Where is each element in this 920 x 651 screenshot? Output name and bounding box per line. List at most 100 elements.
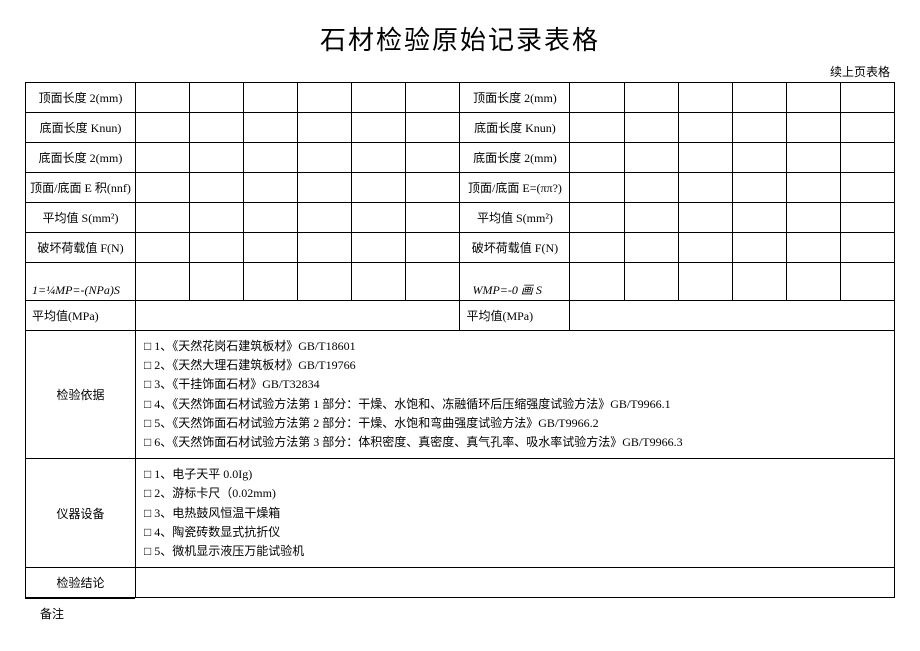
inspection-basis-label: 检验依据 <box>26 331 136 459</box>
data-cell <box>786 203 840 233</box>
formula-right: WMP=-0 画 S <box>460 263 570 301</box>
data-cell <box>298 263 352 301</box>
data-cell <box>732 203 786 233</box>
remarks-row: 备注 <box>25 599 895 629</box>
data-cell <box>244 143 298 173</box>
data-cell <box>244 233 298 263</box>
data-cell <box>190 83 244 113</box>
row-label-left: 顶面长度 2(mm) <box>26 83 136 113</box>
data-cell <box>136 263 190 301</box>
data-cell <box>136 203 190 233</box>
data-cell <box>190 263 244 301</box>
data-cell <box>570 143 624 173</box>
data-cell <box>244 203 298 233</box>
data-cell <box>624 113 678 143</box>
equipment-item: □ 2、游标卡尺（0.02mm) <box>144 484 890 503</box>
data-cell <box>136 113 190 143</box>
data-cell <box>190 143 244 173</box>
data-cell <box>352 173 406 203</box>
remarks-label: 备注 <box>25 599 135 629</box>
data-cell <box>786 83 840 113</box>
row-label-right: 顶面/底面 E=(ππ?) <box>460 173 570 203</box>
data-cell <box>678 263 732 301</box>
basis-item: □ 6、《天然饰面石材试验方法第 3 部分：体积密度、真密度、真气孔率、吸水率试… <box>144 433 890 452</box>
data-cell <box>840 113 894 143</box>
data-cell <box>840 173 894 203</box>
data-cell <box>136 173 190 203</box>
formula-left: 1=¼MP=-(NPa)S <box>26 263 136 301</box>
data-cell <box>732 83 786 113</box>
data-cell <box>352 143 406 173</box>
data-cell <box>190 173 244 203</box>
data-cell <box>136 233 190 263</box>
data-cell <box>732 143 786 173</box>
equipment-content: □ 1、电子天平 0.0Ig)□ 2、游标卡尺（0.02mm)□ 3、电热鼓风恒… <box>136 459 895 568</box>
data-cell-merged <box>570 301 895 331</box>
data-cell <box>786 233 840 263</box>
row-label-left: 平均值 S(mm²) <box>26 203 136 233</box>
table-row: 平均值(MPa) 平均值(MPa) <box>26 301 895 331</box>
data-cell <box>244 173 298 203</box>
inspection-basis-row: 检验依据 □ 1、《天然花岗石建筑板材》GB/T18601□ 2、《天然大理石建… <box>26 331 895 459</box>
data-cell <box>570 263 624 301</box>
table-row: 破坏荷载值 F(N) 破坏荷载值 F(N) <box>26 233 895 263</box>
data-cell <box>732 173 786 203</box>
data-cell <box>244 263 298 301</box>
data-cell <box>570 233 624 263</box>
data-cell <box>298 143 352 173</box>
basis-item: □ 1、《天然花岗石建筑板材》GB/T18601 <box>144 337 890 356</box>
data-cell <box>406 83 460 113</box>
equipment-item: □ 5、微机显示液压万能试验机 <box>144 542 890 561</box>
data-cell <box>136 83 190 113</box>
data-cell <box>406 143 460 173</box>
data-cell <box>298 233 352 263</box>
conclusion-row: 检验结论 <box>26 568 895 598</box>
row-label-right: 顶面长度 2(mm) <box>460 83 570 113</box>
conclusion-label: 检验结论 <box>26 568 136 598</box>
data-cell <box>570 113 624 143</box>
data-cell <box>678 173 732 203</box>
data-cell <box>786 143 840 173</box>
table-row: 底面长度 2(mm) 底面长度 2(mm) <box>26 143 895 173</box>
data-cell <box>786 263 840 301</box>
remarks-content <box>135 599 895 629</box>
data-cell <box>406 233 460 263</box>
data-cell <box>624 233 678 263</box>
data-cell <box>352 263 406 301</box>
page-title: 石材检验原始记录表格 <box>25 20 895 57</box>
data-cell <box>570 203 624 233</box>
row-label-right: 平均值(MPa) <box>460 301 570 331</box>
data-cell <box>406 263 460 301</box>
data-cell <box>732 113 786 143</box>
equipment-item: □ 1、电子天平 0.0Ig) <box>144 465 890 484</box>
row-label-right: 破坏荷载值 F(N) <box>460 233 570 263</box>
basis-item: □ 4、《天然饰面石材试验方法第 1 部分：干燥、水饱和、冻融循环后压缩强度试验… <box>144 395 890 414</box>
data-cell <box>406 203 460 233</box>
data-cell <box>570 83 624 113</box>
row-label-right: 平均值 S(mm²) <box>460 203 570 233</box>
conclusion-content <box>136 568 895 598</box>
table-row: 顶面长度 2(mm) 顶面长度 2(mm) <box>26 83 895 113</box>
data-cell <box>352 113 406 143</box>
data-cell <box>840 203 894 233</box>
data-cell <box>624 263 678 301</box>
data-cell <box>298 173 352 203</box>
data-cell <box>298 83 352 113</box>
data-cell <box>352 233 406 263</box>
data-cell <box>190 203 244 233</box>
data-cell <box>624 173 678 203</box>
data-cell <box>732 233 786 263</box>
row-label-left: 顶面/底面 E 积(nnf) <box>26 173 136 203</box>
data-cell <box>136 143 190 173</box>
data-cell <box>678 233 732 263</box>
data-cell <box>244 113 298 143</box>
row-label-left: 底面长度 Knun) <box>26 113 136 143</box>
remarks-table: 备注 <box>25 598 895 629</box>
data-cell <box>190 113 244 143</box>
data-cell <box>298 203 352 233</box>
row-label-left: 破坏荷载值 F(N) <box>26 233 136 263</box>
data-cell <box>678 143 732 173</box>
data-cell <box>786 173 840 203</box>
data-cell <box>624 83 678 113</box>
row-label-right: 底面长度 2(mm) <box>460 143 570 173</box>
